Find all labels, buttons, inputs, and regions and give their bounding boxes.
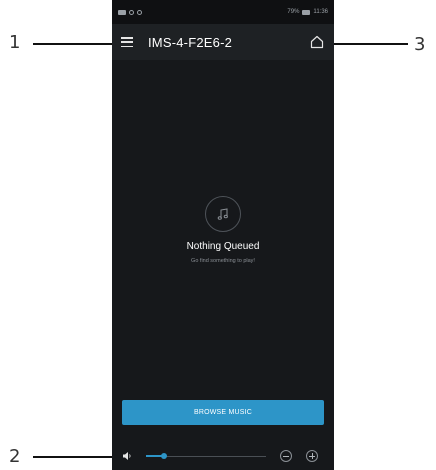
callout-line-2 <box>33 456 112 458</box>
speaker-icon[interactable] <box>122 451 132 461</box>
callout-line-1 <box>33 43 112 45</box>
status-icons-right: 79% 11:36 <box>287 9 328 15</box>
phone-screen: 79% 11:36 IMS-4-F2E6-2 Nothing Queued Go… <box>112 0 334 470</box>
device-name: IMS-4-F2E6-2 <box>148 34 233 50</box>
callout-line-3 <box>334 43 408 45</box>
callout-label-2: 2 <box>9 446 21 467</box>
wifi-icon <box>129 9 134 15</box>
empty-state-subtitle: Go find something to play! <box>191 258 255 264</box>
status-time: 11:36 <box>313 9 328 15</box>
status-icons-left <box>118 9 142 15</box>
volume-bar <box>112 442 334 470</box>
empty-state-title: Nothing Queued <box>186 241 260 252</box>
callout-label-1: 1 <box>9 32 21 53</box>
vibrate-icon <box>137 9 142 15</box>
callout-label-3: 3 <box>414 34 426 55</box>
status-bar: 79% 11:36 <box>112 0 334 24</box>
battery-percent: 79% <box>287 9 300 15</box>
music-note-icon <box>205 196 241 232</box>
empty-queue-state: Nothing Queued Go find something to play… <box>112 196 334 264</box>
app-header: IMS-4-F2E6-2 <box>112 24 334 60</box>
browse-music-button[interactable]: BROWSE MUSIC <box>122 400 324 425</box>
volume-up-icon[interactable] <box>306 450 318 462</box>
volume-slider[interactable] <box>146 451 266 461</box>
volume-slider-thumb[interactable] <box>161 453 167 459</box>
volume-down-icon[interactable] <box>280 450 292 462</box>
hamburger-menu-icon[interactable] <box>121 37 133 47</box>
battery-icon <box>302 9 311 15</box>
home-icon[interactable] <box>309 34 325 50</box>
notification-icon <box>118 9 126 15</box>
